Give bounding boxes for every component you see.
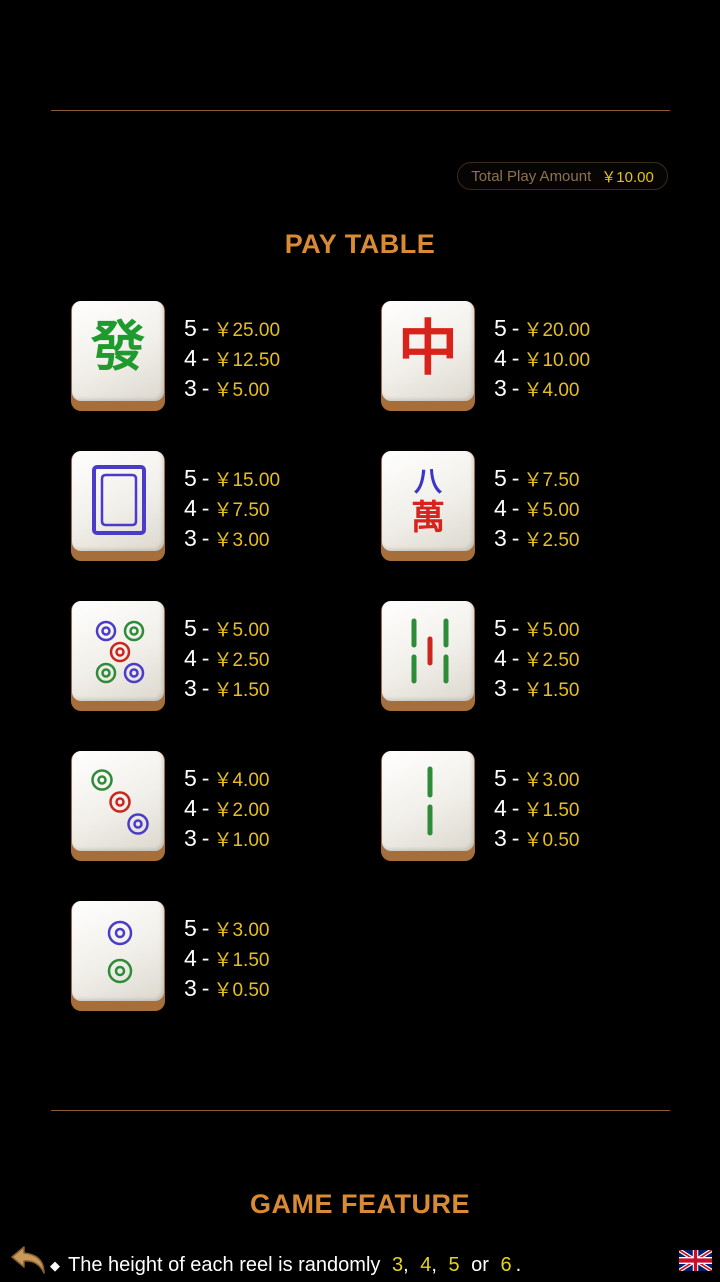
pay-row: 5- ￥3.00: [184, 915, 270, 941]
paytable-item-two-bamboo: 5- ￥3.00 4- ￥1.50 3- ￥0.50: [381, 751, 681, 863]
svg-text:八: 八: [414, 465, 443, 498]
eight-wan-tile-icon: 八 萬: [381, 451, 475, 561]
pay-row: 4- ￥5.00: [494, 495, 580, 521]
bullet-diamond-icon: ◆: [50, 1258, 60, 1273]
svg-text:中: 中: [398, 314, 458, 384]
pay-row: 4- ￥12.50: [184, 345, 281, 371]
total-play-value: ￥10.00: [601, 168, 654, 186]
pay-row: 3- ￥5.00: [184, 375, 270, 401]
pay-row: 3- ￥4.00: [494, 375, 580, 401]
pay-row: 3- ￥1.00: [184, 825, 270, 851]
feature-sep: ,: [431, 1254, 437, 1276]
red-dragon-zhong-tile-icon: 中: [381, 301, 475, 411]
total-play-label: Total Play Amount: [471, 167, 592, 185]
pay-row: 4- ￥2.00: [184, 795, 270, 821]
feature-value: 6: [500, 1254, 512, 1276]
pay-row: 5- ￥5.00: [494, 615, 580, 641]
three-dots-tile-icon: [71, 751, 165, 861]
pay-row: 5- ￥3.00: [494, 765, 580, 791]
paytable-item-five-dots: 5- ￥5.00 4- ￥2.50 3- ￥1.50: [71, 601, 371, 713]
pay-row: 5- ￥20.00: [494, 315, 591, 341]
pay-row: 3- ￥0.50: [494, 825, 580, 851]
pay-row: 4- ￥1.50: [184, 945, 270, 971]
pay-row: 4- ￥1.50: [494, 795, 580, 821]
green-dragon-fa-tile-icon: 發: [71, 301, 165, 411]
white-dragon-tile-icon: [71, 451, 165, 561]
paytable-item-three-dots: 5- ￥4.00 4- ￥2.00 3- ￥1.00: [71, 751, 371, 863]
svg-text:發: 發: [90, 314, 145, 378]
two-bamboo-tile-icon: [381, 751, 475, 861]
game-feature-title: GAME FEATURE: [250, 1189, 470, 1219]
pay-row: 3- ￥3.00: [184, 525, 270, 551]
feature-or: or: [471, 1254, 489, 1276]
pay-row: 5- ￥4.00: [184, 765, 270, 791]
paytable-item-green-dragon: 發 5- ￥25.00 4- ￥12.50 3- ￥5.00: [71, 301, 371, 413]
five-dots-tile-icon: [71, 601, 165, 711]
pay-row: 4- ￥7.50: [184, 495, 270, 521]
top-divider: [51, 110, 670, 111]
paytable-item-white-dragon: 5- ￥15.00 4- ￥7.50 3- ￥3.00: [71, 451, 371, 563]
total-play-amount-badge: Total Play Amount ￥10.00: [457, 162, 668, 190]
bottom-divider: [51, 1110, 670, 1111]
feature-sep: ,: [403, 1254, 409, 1276]
paytable-item-five-bamboo: 5- ￥5.00 4- ￥2.50 3- ￥1.50: [381, 601, 681, 713]
svg-text:萬: 萬: [411, 498, 445, 538]
feature-end: .: [515, 1254, 522, 1276]
feature-value: 3: [391, 1254, 404, 1276]
back-arrow-icon[interactable]: [10, 1243, 50, 1277]
paytable-item-red-dragon: 中 5- ￥20.00 4- ￥10.00 3- ￥4.00: [381, 301, 681, 413]
feature-value: 4: [420, 1254, 432, 1276]
pay-row: 4- ￥2.50: [494, 645, 580, 671]
uk-flag-icon[interactable]: [678, 1248, 713, 1273]
pay-row: 3- ￥1.50: [184, 675, 270, 701]
pay-row: 3- ￥1.50: [494, 675, 580, 701]
pay-row: 3- ￥2.50: [494, 525, 580, 551]
pay-row: 3- ￥0.50: [184, 975, 270, 1001]
feature-text: The height of each reel is randomly: [68, 1254, 381, 1276]
feature-value: 5: [448, 1254, 460, 1276]
pay-row: 5- ￥15.00: [184, 465, 281, 491]
two-dots-tile-icon: [71, 901, 165, 1011]
pay-row: 5- ￥25.00: [184, 315, 281, 341]
paytable-item-eight-wan: 八 萬 5- ￥7.50 4- ￥5.00 3- ￥2.50: [381, 451, 681, 563]
paytable-item-two-dots: 5- ￥3.00 4- ￥1.50 3- ￥0.50: [71, 901, 371, 1013]
five-bamboo-tile-icon: [381, 601, 475, 711]
pay-table-title: PAY TABLE: [284, 229, 436, 259]
pay-row: 5- ￥5.00: [184, 615, 270, 641]
feature-reel-height-line: ◆ The height of each reel is randomly 3, …: [50, 1252, 521, 1278]
pay-row: 4- ￥2.50: [184, 645, 270, 671]
pay-row: 5- ￥7.50: [494, 465, 580, 491]
pay-row: 4- ￥10.00: [494, 345, 591, 371]
